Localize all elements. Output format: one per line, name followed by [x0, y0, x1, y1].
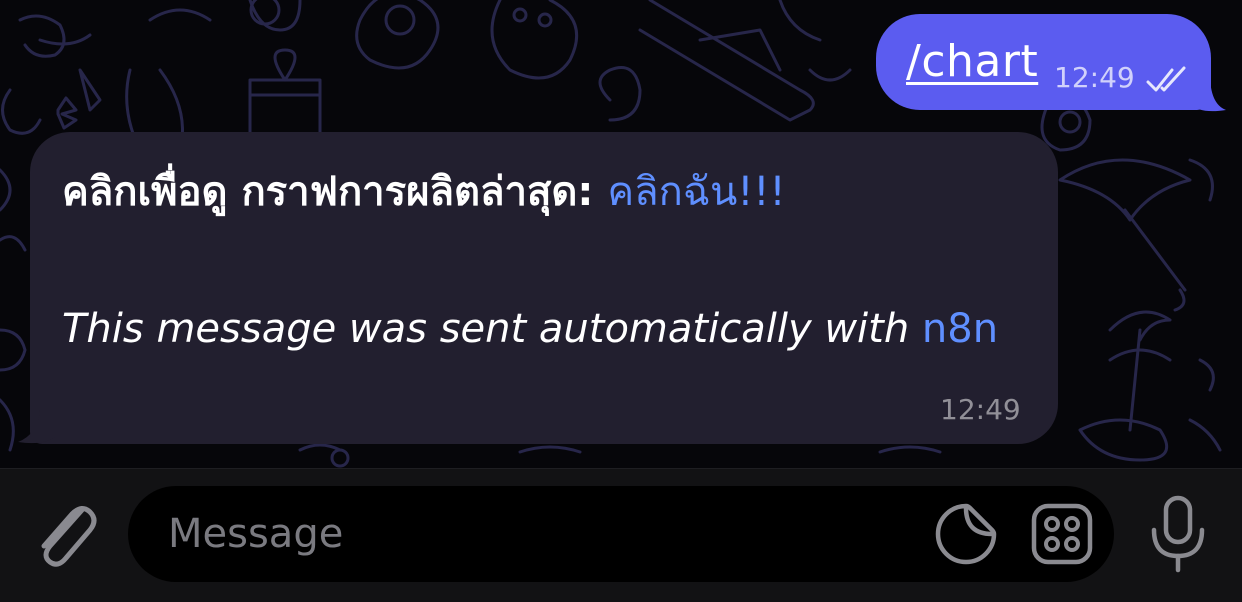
chat-screen: /chart 12:49 คลิกเพื่อดู กราฟการผลิตล่าส… — [0, 0, 1242, 602]
automation-notice-text: This message was sent automatically with — [62, 306, 922, 352]
incoming-message-text: คลิกเพื่อดู กราฟการผลิตล่าสุด: — [62, 169, 608, 215]
sticker-icon[interactable] — [934, 502, 998, 566]
n8n-link[interactable]: n8n — [922, 306, 998, 352]
paperclip-icon[interactable] — [28, 496, 100, 576]
microphone-icon[interactable] — [1146, 494, 1210, 574]
outgoing-message-text[interactable]: /chart — [906, 32, 1038, 92]
double-check-icon — [1146, 66, 1186, 92]
outgoing-message-time: 12:49 — [1054, 61, 1135, 94]
incoming-bubble-tail — [18, 410, 56, 444]
outgoing-bubble-tail — [1190, 74, 1226, 112]
chart-link[interactable]: คลิกฉัน!!! — [607, 169, 785, 215]
incoming-message-time: 12:49 — [940, 393, 1021, 426]
incoming-message-line: คลิกเพื่อดู กราฟการผลิตล่าสุด: คลิกฉัน!!… — [62, 162, 786, 222]
automation-notice: This message was sent automatically with… — [62, 296, 1042, 362]
emoji-grid-icon[interactable] — [1030, 502, 1094, 566]
message-input-placeholder: Message — [168, 511, 344, 557]
